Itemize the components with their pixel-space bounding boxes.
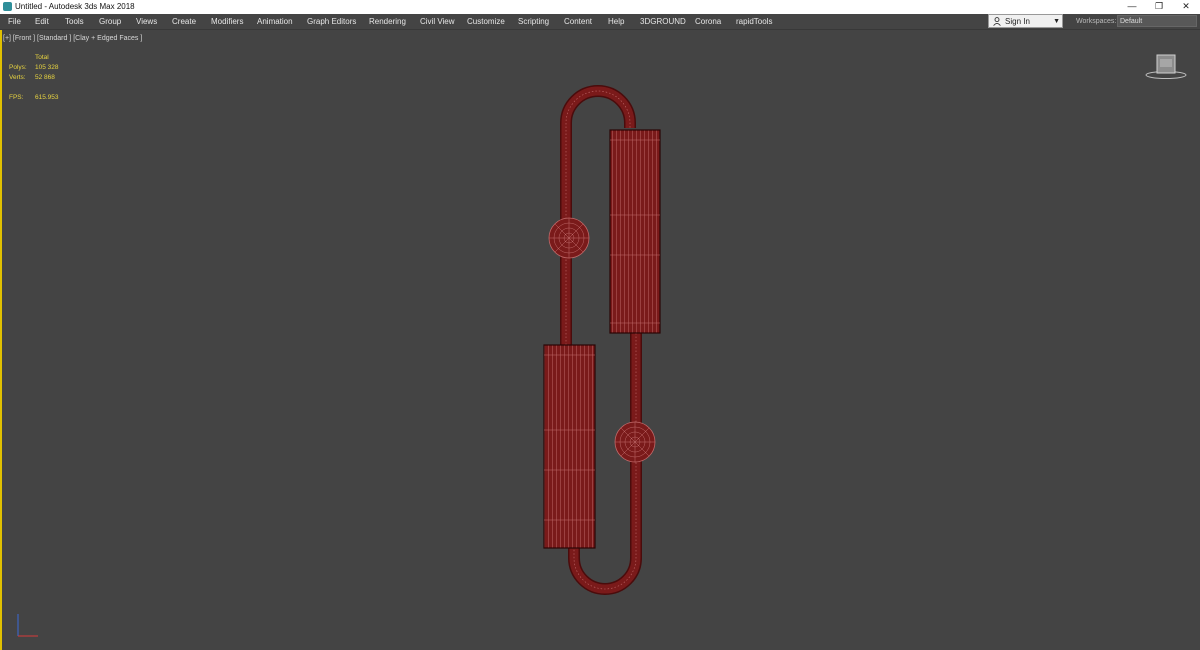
lower-mount-disc [614, 421, 656, 463]
upper-mount-disc [548, 217, 590, 259]
upper-shade-cylinder [609, 129, 661, 334]
lower-shade-cylinder [543, 344, 596, 549]
axis-gizmo-icon [17, 614, 38, 637]
lamp-model[interactable] [0, 0, 1200, 650]
